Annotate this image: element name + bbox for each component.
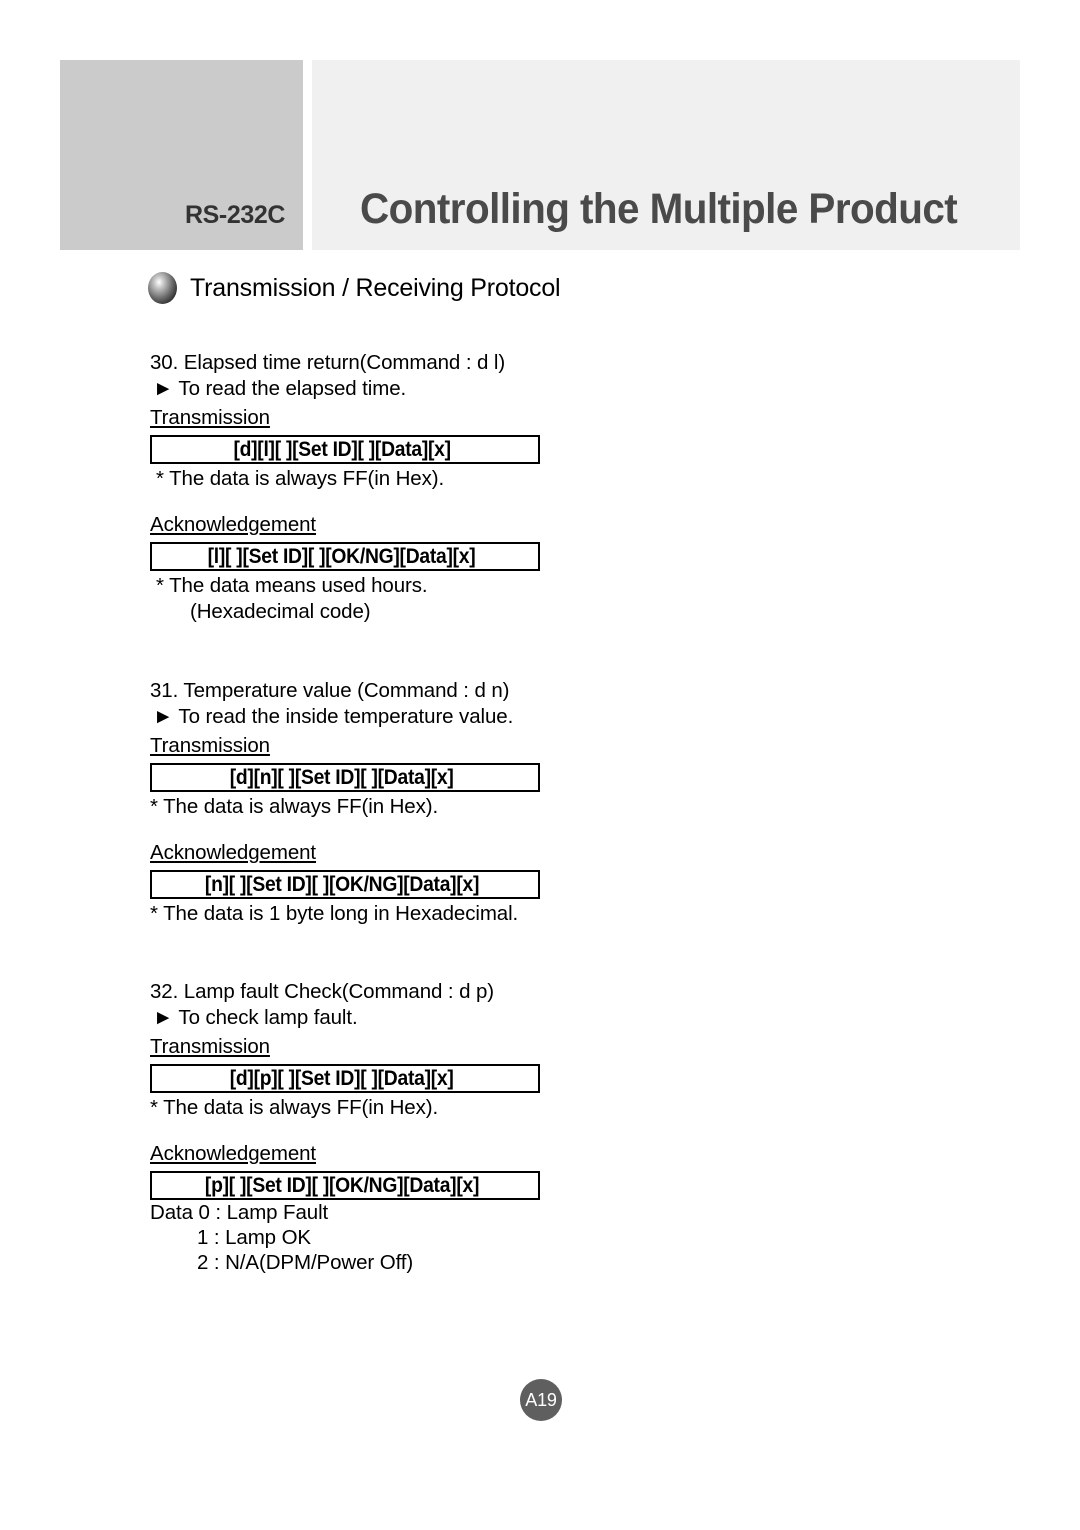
- command-section-30: 30. Elapsed time return(Command : d l) ►…: [150, 350, 850, 625]
- acknowledgement-command-box: [p][ ][Set ID][ ][OK/NG][Data][x]: [150, 1171, 540, 1200]
- acknowledgement-label: Acknowledgement: [150, 841, 317, 864]
- protocol-heading: Transmission / Receiving Protocol: [148, 272, 561, 304]
- transmission-command-box: [d][l][ ][Set ID][ ][Data][x]: [150, 435, 540, 464]
- header-tag-label: RS-232C: [184, 201, 285, 229]
- acknowledgement-note-secondary: (Hexadecimal code): [190, 600, 371, 623]
- transmission-command-box: [d][p][ ][Set ID][ ][Data][x]: [150, 1064, 540, 1093]
- acknowledgement-command-text: [p][ ][Set ID][ ][OK/NG][Data][x]: [204, 1173, 480, 1197]
- acknowledgement-command-box: [l][ ][Set ID][ ][OK/NG][Data][x]: [150, 542, 540, 571]
- transmission-command-text: [d][n][ ][Set ID][ ][Data][x]: [230, 765, 454, 789]
- page-number-badge: A19: [520, 1379, 562, 1421]
- acknowledgement-label: Acknowledgement: [150, 1142, 317, 1165]
- command-section-32: 32. Lamp fault Check(Command : d p) ► To…: [150, 979, 850, 1275]
- page-number-label: A19: [525, 1389, 557, 1410]
- sphere-bullet-icon: [148, 272, 177, 304]
- transmission-note: * The data is always FF(in Hex).: [150, 795, 439, 818]
- header-title-block: Controlling the Multiple Product: [312, 60, 1020, 250]
- section-subtitle: ► To read the inside temperature value.: [153, 705, 514, 728]
- protocol-heading-label: Transmission / Receiving Protocol: [190, 273, 561, 302]
- acknowledgement-command-text: [n][ ][Set ID][ ][OK/NG][Data][x]: [204, 872, 480, 896]
- transmission-command-box: [d][n][ ][Set ID][ ][Data][x]: [150, 763, 540, 792]
- section-title: 31. Temperature value (Command : d n): [150, 679, 510, 702]
- section-subtitle: ► To read the elapsed time.: [153, 377, 407, 400]
- page-title: Controlling the Multiple Product: [360, 185, 958, 233]
- section-subtitle: ► To check lamp fault.: [153, 1006, 358, 1029]
- section-title: 30. Elapsed time return(Command : d l): [150, 351, 506, 374]
- data-value-line: 2 : N/A(DPM/Power Off): [197, 1251, 414, 1274]
- transmission-command-text: [d][l][ ][Set ID][ ][Data][x]: [233, 437, 451, 461]
- page-header: RS-232C Controlling the Multiple Product: [0, 0, 1080, 260]
- transmission-label: Transmission: [150, 734, 270, 757]
- transmission-label: Transmission: [150, 1035, 270, 1058]
- command-section-31: 31. Temperature value (Command : d n) ► …: [150, 678, 850, 927]
- data-value-line: Data 0 : Lamp Fault: [150, 1201, 329, 1224]
- transmission-note: * The data is always FF(in Hex).: [156, 467, 445, 490]
- acknowledgement-label: Acknowledgement: [150, 513, 317, 536]
- header-tag-block: RS-232C: [60, 60, 303, 250]
- acknowledgement-note: * The data is 1 byte long in Hexadecimal…: [150, 902, 519, 925]
- section-title: 32. Lamp fault Check(Command : d p): [150, 980, 495, 1003]
- transmission-note: * The data is always FF(in Hex).: [150, 1096, 439, 1119]
- transmission-command-text: [d][p][ ][Set ID][ ][Data][x]: [230, 1066, 454, 1090]
- acknowledgement-command-box: [n][ ][Set ID][ ][OK/NG][Data][x]: [150, 870, 540, 899]
- acknowledgement-note: * The data means used hours.: [156, 574, 428, 597]
- acknowledgement-command-text: [l][ ][Set ID][ ][OK/NG][Data][x]: [208, 544, 476, 568]
- data-value-line: 1 : Lamp OK: [197, 1226, 311, 1249]
- transmission-label: Transmission: [150, 406, 270, 429]
